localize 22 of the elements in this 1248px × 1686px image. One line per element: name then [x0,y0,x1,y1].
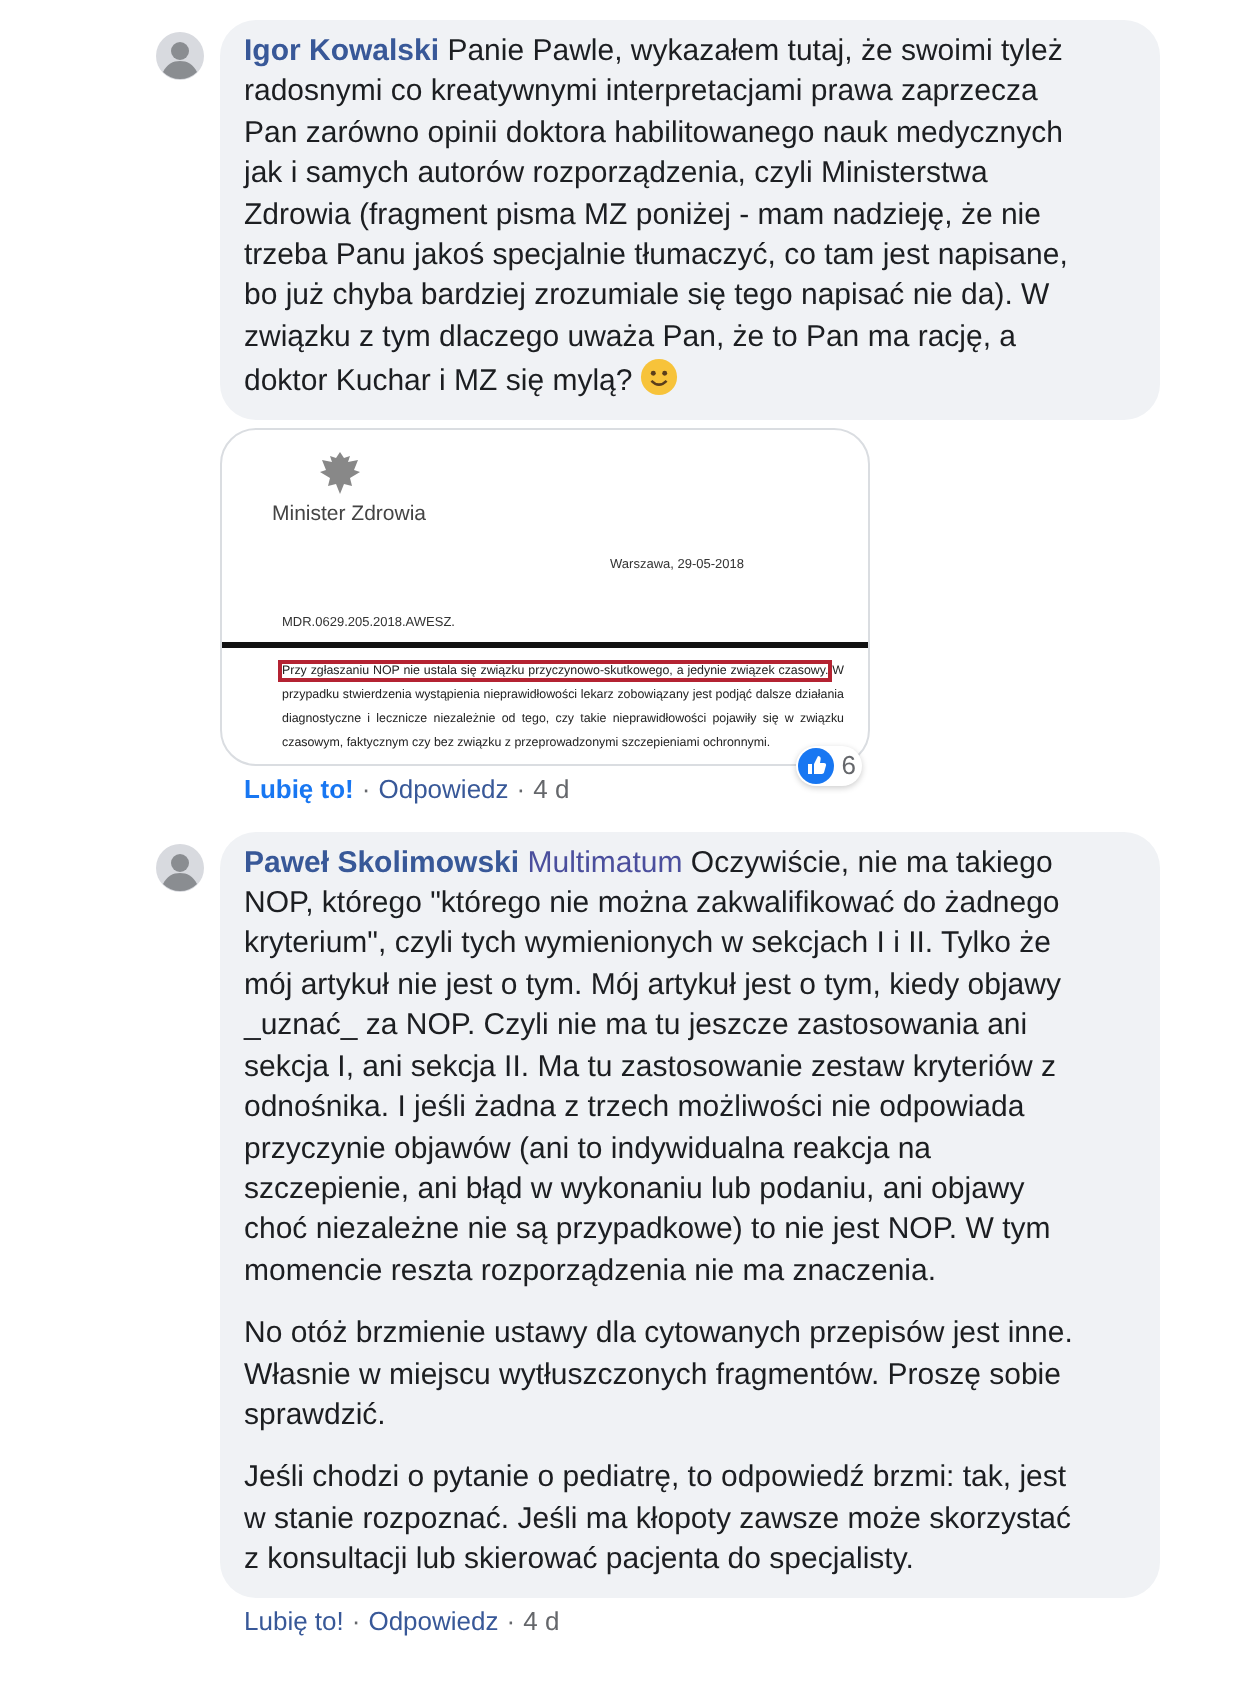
author-name[interactable]: Paweł Skolimowski [244,845,520,880]
separator-dot: · [361,773,371,804]
separator-dot: · [351,1605,361,1636]
reply-link[interactable]: Odpowiedz [378,773,509,804]
reaction-count: 6 [841,750,856,781]
document-heading: Minister Zdrowia [272,501,429,526]
reply-link[interactable]: Odpowiedz [368,1605,499,1636]
smiley-icon [640,358,679,397]
comment-time: 4 d [523,1605,560,1636]
comment-text: No otóż brzmienie ustawy dla cytowanych przepisów jest inne. Własnie w miejscu wytłuszczonych fragmentów. Proszę sobie sprawdzić. [244,1314,1075,1436]
comment-text: Jeśli chodzi o pytanie o pediatrę, to odpowiedź brzmi: tak, jest w stanie rozpoznać. Jeśli ma kłopoty zawsze może skorzystać z konsultacji lub skierować pacjenta do specjalisty. [244,1458,1073,1581]
avatar[interactable] [156,843,204,892]
like-link[interactable]: Lubię to! [244,773,354,804]
comment-time: 4 d [533,773,570,804]
separator-dot: · [506,1605,516,1636]
comment-text: Igor Kowalski Panie Pawle, wykazałem tutaj, że swoimi tyleż radosnymi co kreatywnymi interpretacjami prawa zaprzecza Pan zarówno opinii doktora habilitowanego nauk medycznych jak i samych autorów rozporządzenia, czyli Ministerstwa Zdrowia (fragment pisma MZ poniżej - mam nadzieję, że nie trzeba Panu jakoś specjalnie tłumaczyć, co tam jest napisane, bo już chyba bardziej zrozumiale się tego napisać nie da). W związku z tym dlaczego uważa Pan, że to Pan ma rację, a doktor Kuchar i MZ się mylą? [244,32,1070,403]
separator-dot: · [516,773,526,804]
author-name[interactable]: Igor Kowalski [244,34,440,68]
avatar[interactable] [156,32,204,80]
like-link[interactable]: Lubię to! [244,1605,344,1636]
eagle-emblem-icon [318,449,362,498]
comment-text: Paweł Skolimowski Multimatum Oczywiście, nie ma takiego NOP, którego "którego nie można zakwalifikować do żadnego kryterium", czyli tych wymienionych w sekcjach I i II. Tylko że mój artykuł nie jest o tym. Mój artykuł jest o tym, kiedy objawy _uznać_ za NOP. Czyli nie ma tu jeszcze zastosowania ani sekcja I, ani sekcja II. Ma tu zastosowanie zestaw kryteriów z odnośnika. I jeśli żadna z trzech możliwości nie odpowiada przyczynie objawów (ani to indywidualna reakcja na szczepienie, ani błąd w wykonaniu lub podaniu, ani objawy choć niezależne nie są przypadkowe) to nie jest NOP. W tym momencie reszta rozporządzenia nie ma znaczenia. [244,843,1063,1292]
